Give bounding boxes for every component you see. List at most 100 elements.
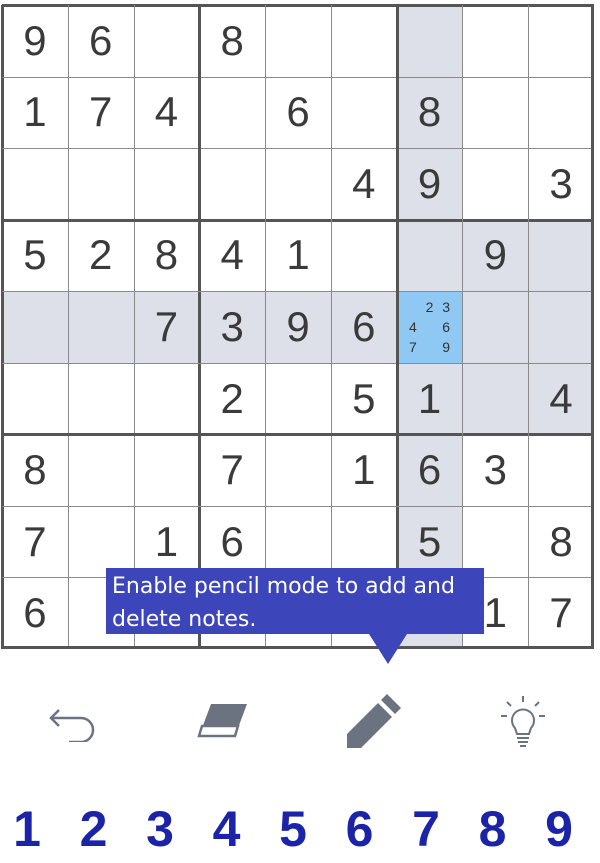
cell-r7-c3[interactable] xyxy=(134,434,200,506)
cell-r6-c7[interactable]: 1 xyxy=(396,362,463,435)
cell-r9-c9[interactable]: 7 xyxy=(528,577,594,649)
cell-r5-c6[interactable]: 6 xyxy=(330,291,397,363)
cell-r1-c7[interactable] xyxy=(396,5,463,77)
pencil-button[interactable] xyxy=(338,690,408,754)
cell-r1-c8[interactable] xyxy=(462,5,528,77)
cell-r4-c2[interactable]: 2 xyxy=(68,220,134,292)
cell-r1-c6[interactable] xyxy=(331,5,397,77)
cell-r8-c9[interactable]: 8 xyxy=(528,506,594,578)
cell-r3-c9[interactable]: 3 xyxy=(528,148,594,220)
cell-value: 1 xyxy=(154,517,179,565)
cell-r3-c8[interactable] xyxy=(462,148,528,220)
cell-r8-c2[interactable] xyxy=(68,506,134,578)
cell-r4-c8[interactable]: 9 xyxy=(462,219,529,292)
cell-r8-c3[interactable]: 1 xyxy=(134,506,200,578)
numpad-7[interactable]: 7 xyxy=(396,800,456,858)
cell-r3-c7[interactable]: 9 xyxy=(396,148,463,220)
cell-r4-c9[interactable] xyxy=(528,219,594,292)
cell-r1-c1[interactable]: 9 xyxy=(2,5,68,77)
cell-r8-c4[interactable]: 6 xyxy=(199,506,265,578)
numpad-5[interactable]: 5 xyxy=(263,800,323,858)
cell-r4-c7[interactable] xyxy=(396,219,463,292)
cell-r3-c6[interactable]: 4 xyxy=(331,148,397,220)
cell-r8-c1[interactable]: 7 xyxy=(2,506,68,578)
eraser-button[interactable] xyxy=(186,690,256,754)
undo-button[interactable] xyxy=(36,690,106,754)
grid-line-v xyxy=(528,5,530,649)
cell-r2-c4[interactable] xyxy=(199,77,265,149)
cell-r5-c8[interactable] xyxy=(462,291,529,363)
cell-r5-c5[interactable]: 9 xyxy=(265,291,331,363)
cell-r1-c3[interactable] xyxy=(134,5,200,77)
cell-r2-c2[interactable]: 7 xyxy=(68,77,134,149)
cell-r2-c3[interactable]: 4 xyxy=(134,77,200,149)
cell-r5-c4[interactable]: 3 xyxy=(199,291,266,363)
cell-r6-c5[interactable] xyxy=(265,363,331,435)
cell-r8-c5[interactable] xyxy=(265,506,331,578)
tooltip-arrow xyxy=(369,634,407,664)
cell-r1-c4[interactable]: 8 xyxy=(199,5,265,77)
cell-value: 4 xyxy=(549,374,573,422)
cell-r4-c4[interactable]: 4 xyxy=(199,220,265,292)
cell-r4-c3[interactable]: 8 xyxy=(134,220,200,292)
cell-r2-c6[interactable] xyxy=(331,77,397,149)
cell-r8-c6[interactable] xyxy=(331,506,397,578)
cell-r2-c5[interactable]: 6 xyxy=(265,77,331,149)
cell-r7-c1[interactable]: 8 xyxy=(2,434,68,506)
cell-r7-c7[interactable]: 6 xyxy=(396,434,463,506)
cell-r2-c9[interactable] xyxy=(528,77,594,149)
numpad-9[interactable]: 9 xyxy=(529,800,589,858)
cell-r4-c5[interactable]: 1 xyxy=(265,220,331,292)
note-1 xyxy=(405,297,422,317)
cell-r7-c6[interactable]: 1 xyxy=(331,434,397,506)
cell-r6-c8[interactable] xyxy=(462,362,529,435)
note-4: 4 xyxy=(409,318,417,335)
cell-r8-c7[interactable]: 5 xyxy=(396,505,463,578)
cell-r7-c4[interactable]: 7 xyxy=(199,434,265,506)
cell-r6-c6[interactable]: 5 xyxy=(331,363,397,435)
cell-r7-c9[interactable] xyxy=(528,434,594,506)
cell-r5-c1[interactable] xyxy=(2,291,68,363)
cell-r2-c1[interactable]: 1 xyxy=(2,77,68,149)
cell-r6-c3[interactable] xyxy=(134,363,200,435)
cell-r7-c8[interactable]: 3 xyxy=(462,434,528,506)
cell-value: 4 xyxy=(154,88,179,136)
cell-r1-c2[interactable]: 6 xyxy=(68,5,134,77)
cell-value: 8 xyxy=(154,231,179,279)
cell-value: 9 xyxy=(483,231,507,279)
cell-r1-c5[interactable] xyxy=(265,5,331,77)
numpad-1[interactable]: 1 xyxy=(0,800,57,858)
cell-r1-c9[interactable] xyxy=(528,5,594,77)
cell-r6-c2[interactable] xyxy=(68,363,134,435)
cell-r2-c8[interactable] xyxy=(462,77,528,149)
cell-r4-c1[interactable]: 5 xyxy=(2,220,68,292)
cell-r6-c1[interactable] xyxy=(2,363,68,435)
cell-value: 6 xyxy=(220,517,244,565)
cell-r5-c3[interactable]: 7 xyxy=(133,291,200,363)
cell-r3-c4[interactable] xyxy=(199,148,265,220)
cell-r2-c7[interactable]: 8 xyxy=(396,76,463,149)
note-6: 6 xyxy=(442,318,451,335)
cell-r3-c3[interactable] xyxy=(134,148,200,220)
cell-r4-c6[interactable] xyxy=(331,220,397,292)
numpad-8[interactable]: 8 xyxy=(463,800,523,858)
hint-button[interactable] xyxy=(488,690,558,754)
numpad-6[interactable]: 6 xyxy=(330,800,390,858)
numpad-2[interactable]: 2 xyxy=(64,800,124,858)
cell-r5-c9[interactable] xyxy=(528,291,594,363)
cell-r6-c9[interactable]: 4 xyxy=(528,362,594,435)
cell-r9-c1[interactable]: 6 xyxy=(2,577,68,649)
cell-r7-c2[interactable] xyxy=(68,434,134,506)
cell-r5-c2[interactable] xyxy=(67,291,134,363)
cell-r6-c4[interactable]: 2 xyxy=(199,363,265,435)
cell-r8-c8[interactable] xyxy=(462,506,528,578)
cell-value: 5 xyxy=(352,374,376,422)
cell-r3-c5[interactable] xyxy=(265,148,331,220)
cell-r7-c5[interactable] xyxy=(265,434,331,506)
cell-r3-c2[interactable] xyxy=(68,148,134,220)
cell-r3-c1[interactable] xyxy=(2,148,68,220)
numpad-4[interactable]: 4 xyxy=(197,800,257,858)
grid-line-v xyxy=(133,5,135,649)
numpad-3[interactable]: 3 xyxy=(130,800,190,858)
cell-r5-c7[interactable]: 23 4 6 7 9 xyxy=(396,291,463,363)
